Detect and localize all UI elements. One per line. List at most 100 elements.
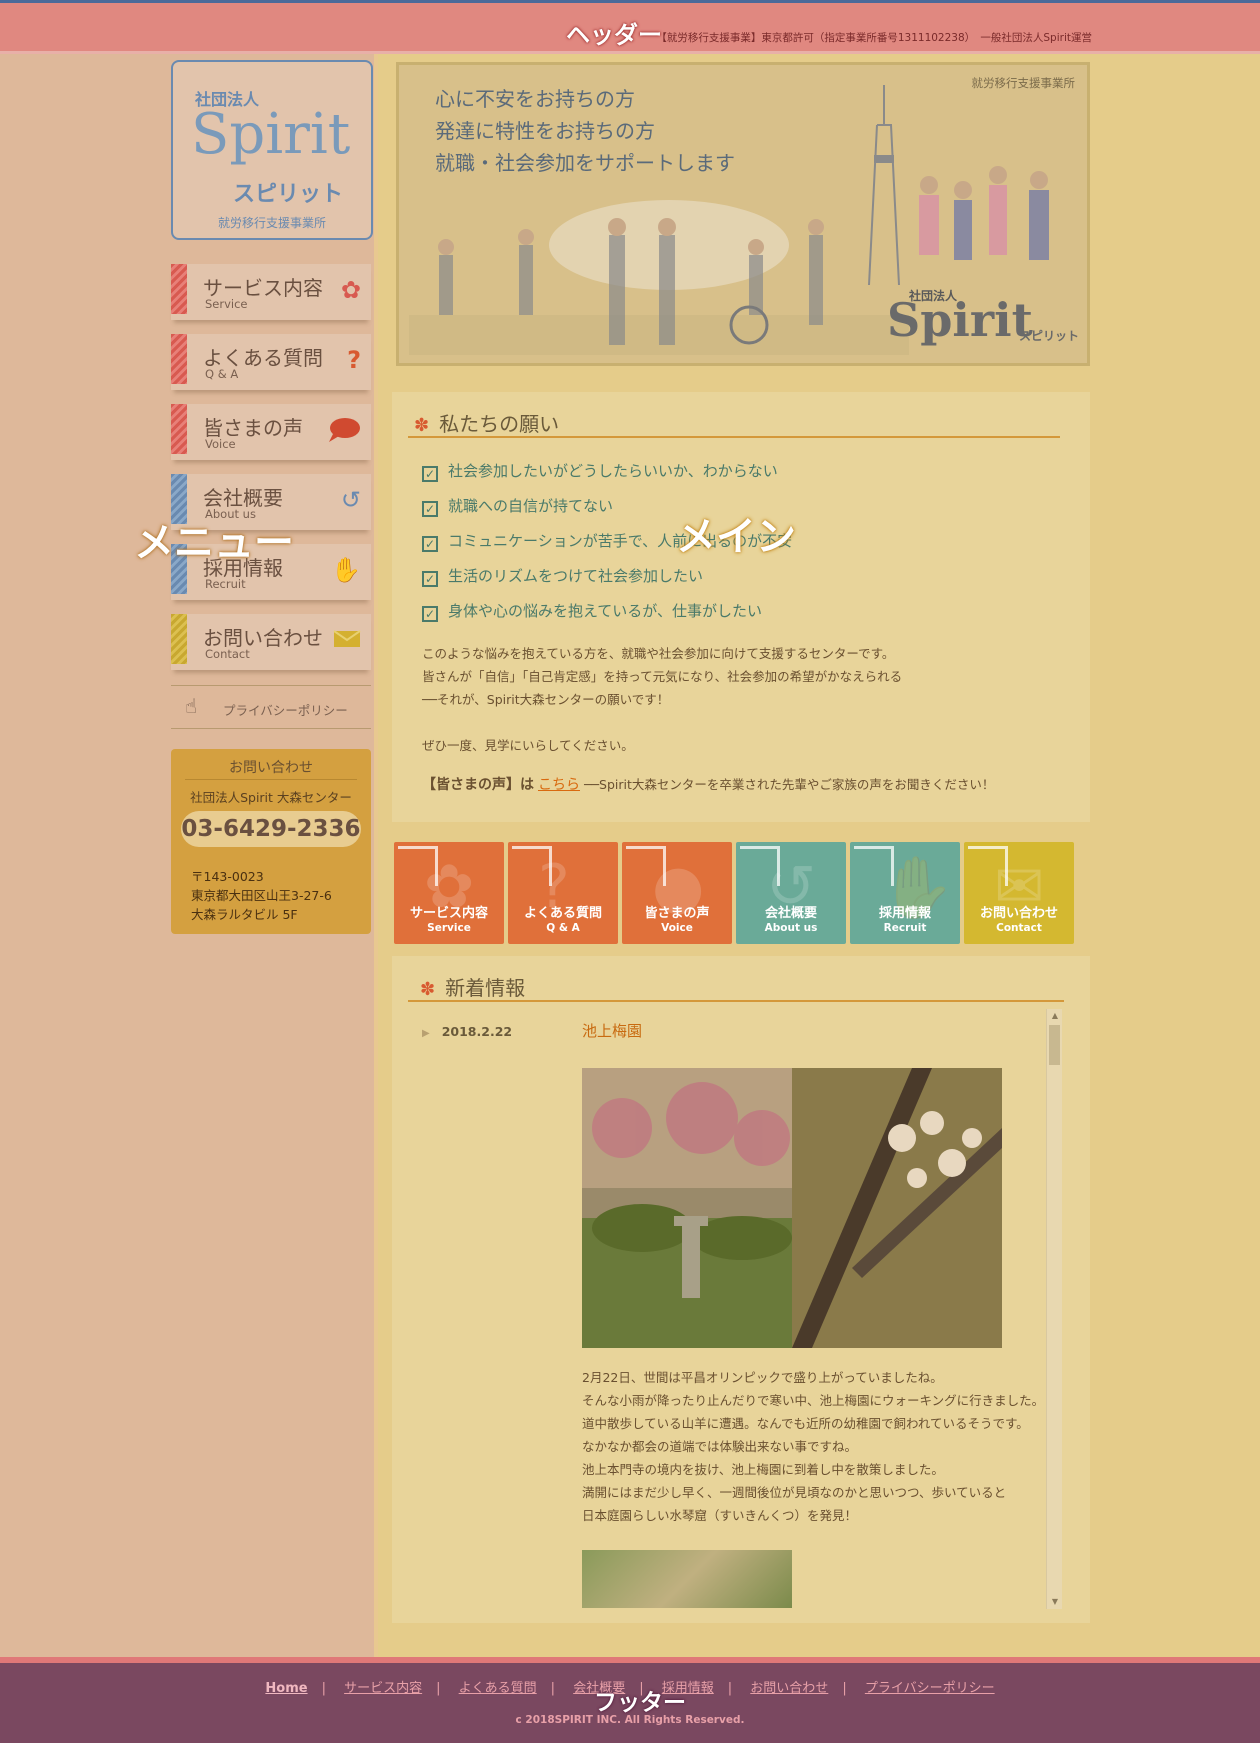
voice-callout: 【皆さまの声】は こちら ──Spirit大森センターを卒業された先輩やご家族の… xyxy=(422,774,994,794)
tile-label-en: Voice xyxy=(661,922,693,934)
wish-paragraph: このような悩みを抱えている方を、就職や社会参加に向けて支援するセンターです。 皆… xyxy=(422,642,902,757)
news-scroll-area[interactable]: ▶ 2018.2.22 池上梅園 2月22日、世間は平昌オリンピックで盛り上がって… xyxy=(408,1008,1058,1608)
contact-address: 〒143-0023 東京都大田区山王3-27-6 大森ラルタビル 5F xyxy=(191,867,332,924)
tile-label-jp: 皆さまの声 xyxy=(644,906,710,921)
privacy-policy-link[interactable]: ☝ プライバシーポリシー xyxy=(171,685,371,729)
checkbox-icon: ✓ xyxy=(422,536,438,552)
hero-line-1: 心に不安をお持ちの方 xyxy=(435,87,635,111)
list-item: ✓ 社会参加したいがどうしたらいいか、わからない xyxy=(422,460,792,495)
news-photo-blossom xyxy=(792,1068,1002,1348)
tile-qa[interactable]: ? よくある質問 Q & A xyxy=(508,842,618,944)
news-underline xyxy=(408,1000,1064,1002)
wish-section: ✽ 私たちの願い ✓ 社会参加したいがどうしたらいいか、わからない ✓ 就職への自信が… xyxy=(392,392,1090,822)
footer-link-qa[interactable]: よくある質問 xyxy=(459,1681,537,1696)
check-text: 社会参加したいがどうしたらいいか、わからない xyxy=(448,462,778,480)
footer-link-privacy[interactable]: プライバシーポリシー xyxy=(865,1681,995,1696)
arrow-icon xyxy=(854,846,894,886)
menu-item-voice[interactable]: 皆さまの声 Voice xyxy=(171,404,371,460)
news-body-line: 日本庭園らしい水琴窟（すいきんくつ）を発見！ xyxy=(582,1508,858,1523)
envelope-icon xyxy=(333,626,361,654)
tile-label-jp: 会社概要 xyxy=(764,906,817,921)
arrow-icon xyxy=(740,846,780,886)
check-text: 身体や心の悩みを抱えているが、仕事がしたい xyxy=(448,602,762,620)
news-photo-garden xyxy=(582,1068,792,1348)
hero-brand: Spirit xyxy=(887,293,1033,347)
menu-label-en: Service xyxy=(205,297,248,311)
contact-divider xyxy=(185,779,357,780)
list-item: ✓ 生活のリズムをつけて社会参加したい xyxy=(422,565,792,600)
footer-link-contact[interactable]: お問い合わせ xyxy=(750,1681,828,1696)
scroll-up-icon[interactable]: ▲ xyxy=(1047,1009,1063,1023)
hand-icon: ☝ xyxy=(185,694,198,718)
wish-line: ぜひ一度、見学にいらしてください。 xyxy=(422,738,634,753)
footer-region-label: フッター xyxy=(594,1690,686,1716)
license-note: 【就労移行支援事業】東京都許可（指定事業所番号1311102238） 一般社団法… xyxy=(656,32,1092,44)
contact-address-line2: 大森ラルタビル 5F xyxy=(191,907,298,922)
hero-line-3: 就職・社会参加をサポートします xyxy=(435,151,735,175)
logo-name: Spirit xyxy=(191,102,351,167)
contact-address-line1: 東京都大田区山王3-27-6 xyxy=(191,888,332,903)
main-region-label: メイン xyxy=(676,514,796,560)
logo-kana: スピリット xyxy=(233,182,344,207)
flower-icon: ✽ xyxy=(420,979,436,1000)
list-item: ✓ 身体や心の悩みを抱えているが、仕事がしたい xyxy=(422,600,792,635)
menu-item-qa[interactable]: よくある質問 Q & A ? xyxy=(171,334,371,390)
menu-item-service[interactable]: サービス内容 Service ✿ xyxy=(171,264,371,320)
scroll-down-icon[interactable]: ▼ xyxy=(1047,1595,1063,1609)
footer-link-service[interactable]: サービス内容 xyxy=(344,1681,422,1696)
contact-phone[interactable]: 03-6429-2336 xyxy=(181,811,361,847)
tile-about[interactable]: ↺ 会社概要 About us xyxy=(736,842,846,944)
question-icon: ? xyxy=(347,346,361,374)
wish-line: このような悩みを抱えている方を、就職や社会参加に向けて支援するセンターです。 xyxy=(422,646,895,661)
news-scrollbar[interactable]: ▲ ▼ xyxy=(1046,1009,1062,1609)
tile-service[interactable]: ✿ サービス内容 Service xyxy=(394,842,504,944)
scroll-thumb[interactable] xyxy=(1049,1025,1060,1065)
triangle-icon: ▶ xyxy=(422,1028,430,1039)
contact-org: 社団法人Spirit 大森センター xyxy=(190,790,352,805)
news-body-line: 満開にはまだ少し早く、一週間後位が見頃なのかと思いつつ、歩いていると xyxy=(582,1485,1007,1500)
checkbox-icon: ✓ xyxy=(422,571,438,587)
contact-title: お問い合わせ xyxy=(229,760,313,776)
site-header: 【就労移行支援事業】東京都許可（指定事業所番号1311102238） 一般社団法… xyxy=(0,0,1260,54)
wish-line: ──それが、Spirit大森センターの願いです！ xyxy=(422,692,670,707)
tile-contact[interactable]: ✉ お問い合わせ Contact xyxy=(964,842,1074,944)
voice-label: 【皆さまの声】は xyxy=(422,777,534,793)
news-body-line: 道中散歩している山羊に遭遇。なんでも近所の幼稚園で飼われているそうです。 xyxy=(582,1416,1029,1431)
checkbox-icon: ✓ xyxy=(422,606,438,622)
speech-bubble-icon xyxy=(327,416,361,450)
checkbox-icon: ✓ xyxy=(422,501,438,517)
tile-label-jp: サービス内容 xyxy=(409,906,488,921)
site-logo[interactable]: 社団法人 Spirit スピリット 就労移行支援事業所 xyxy=(171,60,373,240)
swirl-icon: ↺ xyxy=(340,486,361,514)
footer-link-home[interactable]: Home xyxy=(265,1681,307,1696)
tile-label-en: Recruit xyxy=(883,922,927,934)
menu-label-en: Q & A xyxy=(205,367,239,381)
wish-title-text: 私たちの願い xyxy=(439,412,560,436)
contact-box: お問い合わせ 社団法人Spirit 大森センター 03-6429-2336 〒1… xyxy=(171,749,371,934)
cheering-people-illustration xyxy=(919,166,1049,260)
wish-line: 皆さんが「自信」「自己肯定感」を持って元気になり、社会参加の希望がかなえられる xyxy=(422,669,903,684)
voice-link[interactable]: こちら xyxy=(538,777,580,793)
tile-label-en: Q & A xyxy=(546,922,580,934)
menu-stripe xyxy=(171,264,187,314)
news-post-title[interactable]: 池上梅園 xyxy=(582,1020,642,1041)
news-title-text: 新着情報 xyxy=(445,976,526,1000)
tile-voice[interactable]: ● 皆さまの声 Voice xyxy=(622,842,732,944)
news-body-line: 池上本門寺の境内を抜け、池上梅園に到着し中を散策しました。 xyxy=(582,1462,944,1477)
tile-recruit[interactable]: ✋ 採用情報 Recruit xyxy=(850,842,960,944)
hero-brand-kana: スピリット xyxy=(1019,329,1080,343)
arrow-icon xyxy=(398,846,438,886)
news-body-line: なかなか都会の道端では体験出来ない事ですね。 xyxy=(582,1439,858,1454)
news-date-text: 2018.2.22 xyxy=(441,1024,513,1039)
checkbox-icon: ✓ xyxy=(422,466,438,482)
tile-label-en: Contact xyxy=(996,922,1042,934)
menu-region-label: メニュー xyxy=(134,520,294,566)
tile-label-en: Service xyxy=(427,922,471,934)
news-body: 2月22日、世間は平昌オリンピックで盛り上がっていましたね。 そんな小雨が降った… xyxy=(582,1366,1044,1527)
check-text: 就職への自信が持てない xyxy=(448,497,614,515)
header-region-label: ヘッダー xyxy=(566,21,662,49)
menu-stripe xyxy=(171,614,187,664)
arrow-icon xyxy=(512,846,552,886)
hero-illustration xyxy=(409,200,909,355)
menu-item-contact[interactable]: お問い合わせ Contact xyxy=(171,614,371,670)
